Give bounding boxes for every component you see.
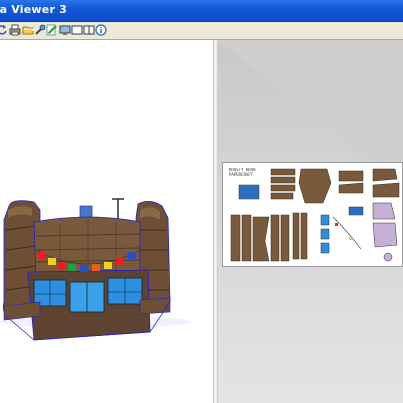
info-icon	[95, 24, 107, 36]
edit-button[interactable]	[46, 24, 58, 36]
view-3d-only-button[interactable]	[71, 24, 83, 36]
app-window: ra Viewer 3 KRUSTY KRAB PAPERCRAFT	[0, 0, 403, 403]
unfold-parts	[230, 168, 400, 262]
settings-button[interactable]	[34, 24, 46, 36]
view-split-button[interactable]	[83, 24, 95, 36]
title-bar[interactable]: ra Viewer 3	[0, 0, 403, 22]
wrench-icon	[35, 24, 46, 35]
toolbar	[0, 22, 403, 40]
rotate-icon	[0, 25, 7, 35]
unfold-sheet[interactable]: KRUSTY KRAB PAPERCRAFT	[222, 162, 403, 267]
2d-view-pane[interactable]: KRUSTY KRAB PAPERCRAFT	[218, 40, 403, 403]
pencil-icon	[46, 24, 57, 36]
folder-icon	[22, 26, 34, 35]
krusty-krab-model	[0, 198, 190, 341]
3d-view-pane[interactable]	[0, 40, 214, 403]
display-icon	[59, 25, 71, 35]
open-file-button[interactable]	[22, 24, 34, 36]
split-pane-icon	[83, 25, 95, 35]
window-title: ra Viewer 3	[0, 3, 67, 16]
display-settings-button[interactable]	[59, 24, 71, 36]
single-pane-icon	[71, 25, 83, 35]
rotate-tool-button[interactable]	[0, 24, 8, 36]
printer-icon	[9, 24, 21, 36]
print-button[interactable]	[9, 24, 21, 36]
about-button[interactable]	[95, 24, 107, 36]
